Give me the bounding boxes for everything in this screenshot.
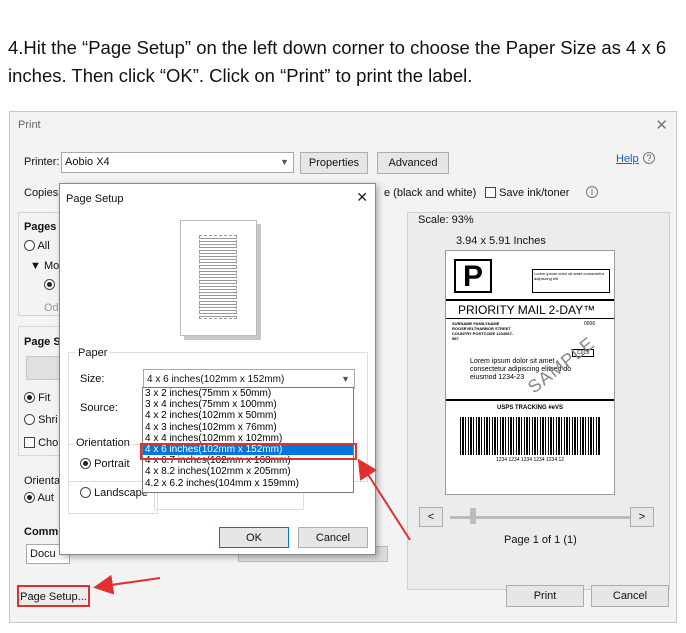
arrow-to-page-setup (93, 574, 161, 595)
annotation-arrows (93, 458, 411, 595)
arrow-to-option (357, 458, 411, 541)
